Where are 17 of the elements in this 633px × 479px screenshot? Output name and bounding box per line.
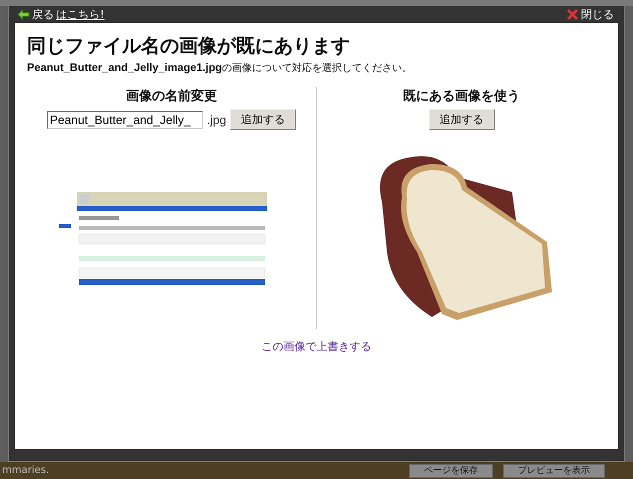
filename-input[interactable]: Peanut_Butter_and_Jelly_ xyxy=(46,110,203,128)
add-button[interactable]: 追加する xyxy=(428,109,494,130)
link[interactable]: はこちら! xyxy=(56,7,104,22)
extension-label: .jpg xyxy=(206,112,226,126)
back-button[interactable]: 戻る xyxy=(17,7,54,22)
add-button[interactable]: 追加する xyxy=(230,109,296,130)
footer-text: mmaries. xyxy=(2,465,50,476)
page-button[interactable]: ページを保存 xyxy=(409,464,493,478)
section-heading: 画像の名前変更 xyxy=(126,88,217,105)
close-icon xyxy=(566,9,579,20)
section-heading: 既にある画像を使う xyxy=(403,88,520,105)
dialog-title: 同じファイル名の画像が既にあります xyxy=(27,34,351,59)
close-button[interactable]: 閉じる xyxy=(566,7,614,22)
overwrite-link[interactable]: この画像で上書きする xyxy=(262,339,372,354)
left-arrow-icon xyxy=(17,9,30,20)
page-button[interactable]: プレビューを表示 xyxy=(503,464,605,478)
dialog-message: Peanut_Butter_and_Jelly_image1.jpgの画像について対応を選択してください。 xyxy=(27,61,414,75)
